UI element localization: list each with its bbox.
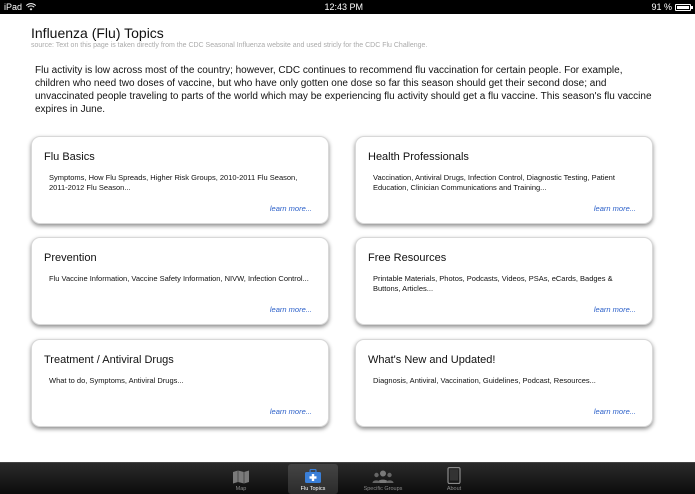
status-left: iPad xyxy=(4,2,37,12)
status-time: 12:43 PM xyxy=(324,2,364,12)
card-title: What's New and Updated! xyxy=(368,354,496,366)
tab-map[interactable]: Map xyxy=(216,464,266,494)
status-right: 91 % xyxy=(651,2,693,12)
tab-label: About xyxy=(446,486,462,492)
learn-more-link[interactable]: learn more... xyxy=(594,407,636,416)
card-description: Flu Vaccine Information, Vaccine Safety … xyxy=(49,274,309,283)
battery-icon xyxy=(675,3,693,11)
status-bar: iPad 12:43 PM 91 % xyxy=(0,0,695,14)
map-icon xyxy=(233,470,249,484)
card-free-resources[interactable]: Free Resources Printable Materials, Phot… xyxy=(355,237,653,325)
card-flu-basics[interactable]: Flu Basics Symptoms, How Flu Spreads, Hi… xyxy=(31,136,329,224)
content-area: Influenza (Flu) Topics source: Text on t… xyxy=(0,14,695,462)
card-whats-new[interactable]: What's New and Updated! Diagnosis, Antiv… xyxy=(355,339,653,427)
learn-more-link[interactable]: learn more... xyxy=(270,407,312,416)
tab-label: Flu Topics xyxy=(300,486,326,492)
tab-specific-groups[interactable]: Specific Groups xyxy=(358,464,408,494)
card-description: What to do, Symptoms, Antiviral Drugs... xyxy=(49,376,184,385)
card-description: Diagnosis, Antiviral, Vaccination, Guide… xyxy=(373,376,596,385)
card-title: Free Resources xyxy=(368,252,447,264)
card-title: Flu Basics xyxy=(44,151,95,163)
learn-more-link[interactable]: learn more... xyxy=(270,204,312,213)
battery-percent: 91 % xyxy=(651,2,672,12)
card-prevention[interactable]: Prevention Flu Vaccine Information, Vacc… xyxy=(31,237,329,325)
device-name: iPad xyxy=(4,2,23,12)
card-description: Printable Materials, Photos, Podcasts, V… xyxy=(373,274,613,293)
intro-paragraph: Flu activity is low across most of the c… xyxy=(35,65,652,115)
card-description: Symptoms, How Flu Spreads, Higher Risk G… xyxy=(49,173,298,192)
card-title: Health Professionals xyxy=(368,151,469,163)
card-treatment-antiviral[interactable]: Treatment / Antiviral Drugs What to do, … xyxy=(31,339,329,427)
card-title: Prevention xyxy=(44,252,97,264)
medical-kit-icon xyxy=(305,469,321,483)
card-health-professionals[interactable]: Health Professionals Vaccination, Antivi… xyxy=(355,136,653,224)
tab-label: Specific Groups xyxy=(363,486,403,492)
card-title: Treatment / Antiviral Drugs xyxy=(44,354,174,366)
source-note: source: Text on this page is taken direc… xyxy=(31,42,428,49)
tab-flu-topics[interactable]: Flu Topics xyxy=(288,464,338,494)
wifi-icon xyxy=(26,3,37,11)
tab-bar: Map Flu Topics Specific Groups About xyxy=(0,462,695,494)
device-icon xyxy=(447,467,461,484)
learn-more-link[interactable]: learn more... xyxy=(594,305,636,314)
tab-label: Map xyxy=(235,486,247,492)
card-description: Vaccination, Antiviral Drugs, Infection … xyxy=(373,173,615,192)
learn-more-link[interactable]: learn more... xyxy=(594,204,636,213)
learn-more-link[interactable]: learn more... xyxy=(270,305,312,314)
tab-about[interactable]: About xyxy=(429,464,479,494)
page-title: Influenza (Flu) Topics xyxy=(31,25,164,41)
people-group-icon xyxy=(372,470,394,483)
